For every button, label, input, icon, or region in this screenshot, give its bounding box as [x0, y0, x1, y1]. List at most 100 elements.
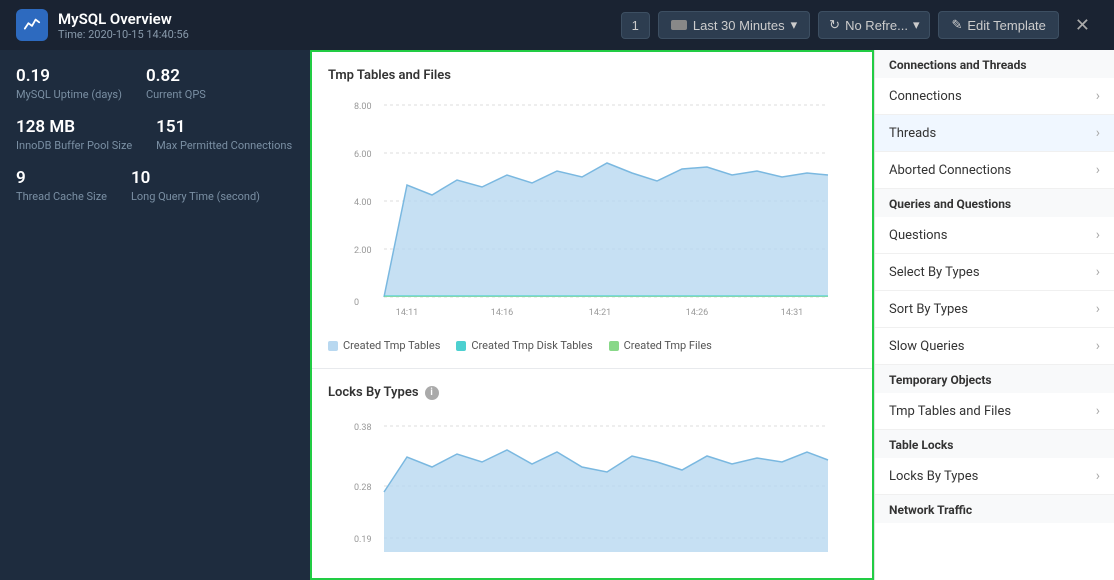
app-subtitle: Time: 2020-10-15 14:40:56 — [58, 28, 189, 41]
panel-label-tmp-tables-files: Tmp Tables and Files — [889, 404, 1011, 419]
panel-item-threads[interactable]: Threads › — [875, 115, 1114, 152]
time-range-button[interactable]: Last 30 Minutes ▾ — [658, 11, 810, 39]
stat-longquery-label: Long Query Time (second) — [131, 190, 260, 203]
stat-row-3: 9 Thread Cache Size 10 Long Query Time (… — [16, 168, 294, 203]
stat-maxconn-label: Max Permitted Connections — [156, 139, 292, 152]
stat-maxconn: 151 Max Permitted Connections — [156, 117, 292, 152]
arrow-icon-slow-queries: › — [1096, 338, 1100, 354]
svg-text:6.00: 6.00 — [354, 150, 372, 160]
chart-locks-svg: 0.38 0.28 0.19 — [328, 412, 856, 576]
arrow-icon-connections: › — [1096, 88, 1100, 104]
panel-item-select-types[interactable]: Select By Types › — [875, 254, 1114, 291]
stat-innodb: 128 MB InnoDB Buffer Pool Size — [16, 117, 132, 152]
panel-label-aborted: Aborted Connections — [889, 163, 1011, 178]
svg-text:14:21: 14:21 — [589, 308, 611, 318]
info-icon: i — [425, 386, 439, 400]
arrow-icon-sort-types: › — [1096, 301, 1100, 317]
section-title-queries: Queries and Questions — [875, 189, 1114, 217]
svg-text:14:11: 14:11 — [396, 308, 418, 318]
section-title-connections: Connections and Threads — [875, 50, 1114, 78]
legend-label-tmp-tables: Created Tmp Tables — [343, 339, 440, 352]
arrow-icon-questions: › — [1096, 227, 1100, 243]
panel-item-slow-queries[interactable]: Slow Queries › — [875, 328, 1114, 365]
legend-dot-tmp-disk — [456, 341, 466, 351]
svg-text:0.19: 0.19 — [354, 535, 372, 545]
legend-created-tmp-disk: Created Tmp Disk Tables — [456, 339, 592, 352]
svg-text:0.38: 0.38 — [354, 423, 372, 433]
panel-item-aborted[interactable]: Aborted Connections › — [875, 152, 1114, 189]
charts-area: Tmp Tables and Files 8.00 6.00 4.00 2.00… — [310, 50, 874, 580]
legend-label-tmp-disk: Created Tmp Disk Tables — [471, 339, 592, 352]
stat-threadcache: 9 Thread Cache Size — [16, 168, 107, 203]
section-title-table-locks: Table Locks — [875, 430, 1114, 458]
legend-created-tmp-tables: Created Tmp Tables — [328, 339, 440, 352]
chevron-down-icon: ▾ — [791, 17, 798, 33]
arrow-icon-tmp-tables-files: › — [1096, 403, 1100, 419]
chart-tmp-tables: Tmp Tables and Files 8.00 6.00 4.00 2.00… — [312, 52, 872, 369]
refresh-icon: ↻ — [829, 17, 840, 33]
panel-item-sort-types[interactable]: Sort By Types › — [875, 291, 1114, 328]
main-content: 0.19 MySQL Uptime (days) 0.82 Current QP… — [0, 50, 1114, 580]
svg-text:4.00: 4.00 — [354, 198, 372, 208]
svg-text:14:26: 14:26 — [686, 308, 708, 318]
stat-innodb-value: 128 MB — [16, 117, 132, 137]
stat-innodb-label: InnoDB Buffer Pool Size — [16, 139, 132, 152]
legend-dot-tmp-files — [609, 341, 619, 351]
top-header: MySQL Overview Time: 2020-10-15 14:40:56… — [0, 0, 1114, 50]
panel-label-threads: Threads — [889, 126, 936, 141]
stat-uptime: 0.19 MySQL Uptime (days) — [16, 66, 122, 101]
title-block: MySQL Overview Time: 2020-10-15 14:40:56 — [58, 10, 189, 41]
edit-template-button[interactable]: ✎ Edit Template — [938, 11, 1058, 39]
stat-longquery-value: 10 — [131, 168, 260, 188]
legend-created-tmp-files: Created Tmp Files — [609, 339, 712, 352]
stat-maxconn-value: 151 — [156, 117, 292, 137]
arrow-icon-threads: › — [1096, 125, 1100, 141]
svg-text:8.00: 8.00 — [354, 102, 372, 112]
pencil-icon: ✎ — [951, 17, 962, 33]
panel-item-locks-by-types[interactable]: Locks By Types › — [875, 458, 1114, 495]
arrow-icon-aborted: › — [1096, 162, 1100, 178]
panel-item-questions[interactable]: Questions › — [875, 217, 1114, 254]
notification-button[interactable]: 1 — [621, 12, 650, 39]
close-button[interactable]: ✕ — [1067, 11, 1098, 40]
header-left: MySQL Overview Time: 2020-10-15 14:40:56 — [16, 9, 189, 41]
app-title: MySQL Overview — [58, 10, 189, 28]
stat-row-2: 128 MB InnoDB Buffer Pool Size 151 Max P… — [16, 117, 294, 152]
stats-sidebar: 0.19 MySQL Uptime (days) 0.82 Current QP… — [0, 50, 310, 580]
stat-uptime-value: 0.19 — [16, 66, 122, 86]
panel-label-connections: Connections — [889, 89, 962, 104]
stat-qps-value: 0.82 — [146, 66, 206, 86]
panel-label-sort-types: Sort By Types — [889, 302, 968, 317]
panel-item-tmp-tables-files[interactable]: Tmp Tables and Files › — [875, 393, 1114, 430]
stat-threadcache-value: 9 — [16, 168, 107, 188]
panel-label-slow-queries: Slow Queries — [889, 339, 964, 354]
panel-label-questions: Questions — [889, 228, 947, 243]
refresh-chevron-icon: ▾ — [913, 17, 920, 33]
stat-threadcache-label: Thread Cache Size — [16, 190, 107, 203]
edit-label: Edit Template — [967, 18, 1046, 33]
stat-row-1: 0.19 MySQL Uptime (days) 0.82 Current QP… — [16, 66, 294, 101]
stat-qps-label: Current QPS — [146, 88, 206, 101]
stat-uptime-label: MySQL Uptime (days) — [16, 88, 122, 101]
time-range-label: Last 30 Minutes — [693, 18, 785, 33]
panel-label-select-types: Select By Types — [889, 265, 980, 280]
section-title-temp: Temporary Objects — [875, 365, 1114, 393]
refresh-label: No Refre... — [845, 18, 908, 33]
chart-locks: Locks By Types i 0.38 0.28 0.19 — [312, 369, 872, 580]
legend-dot-tmp-tables — [328, 341, 338, 351]
section-title-network: Network Traffic — [875, 495, 1114, 523]
panel-item-connections[interactable]: Connections › — [875, 78, 1114, 115]
svg-text:14:16: 14:16 — [491, 308, 513, 318]
panel-label-locks-by-types: Locks By Types — [889, 469, 978, 484]
stat-longquery: 10 Long Query Time (second) — [131, 168, 260, 203]
chart-locks-title: Locks By Types i — [328, 385, 856, 400]
svg-text:0: 0 — [354, 298, 359, 308]
notification-count: 1 — [632, 18, 639, 33]
app-icon — [16, 9, 48, 41]
chart-tmp-title: Tmp Tables and Files — [328, 68, 856, 83]
chart-tmp-svg: 8.00 6.00 4.00 2.00 0 — [328, 95, 856, 329]
svg-text:2.00: 2.00 — [354, 246, 372, 256]
stat-qps: 0.82 Current QPS — [146, 66, 206, 101]
chart-tmp-legend: Created Tmp Tables Created Tmp Disk Tabl… — [328, 339, 856, 352]
refresh-button[interactable]: ↻ No Refre... ▾ — [818, 11, 930, 39]
